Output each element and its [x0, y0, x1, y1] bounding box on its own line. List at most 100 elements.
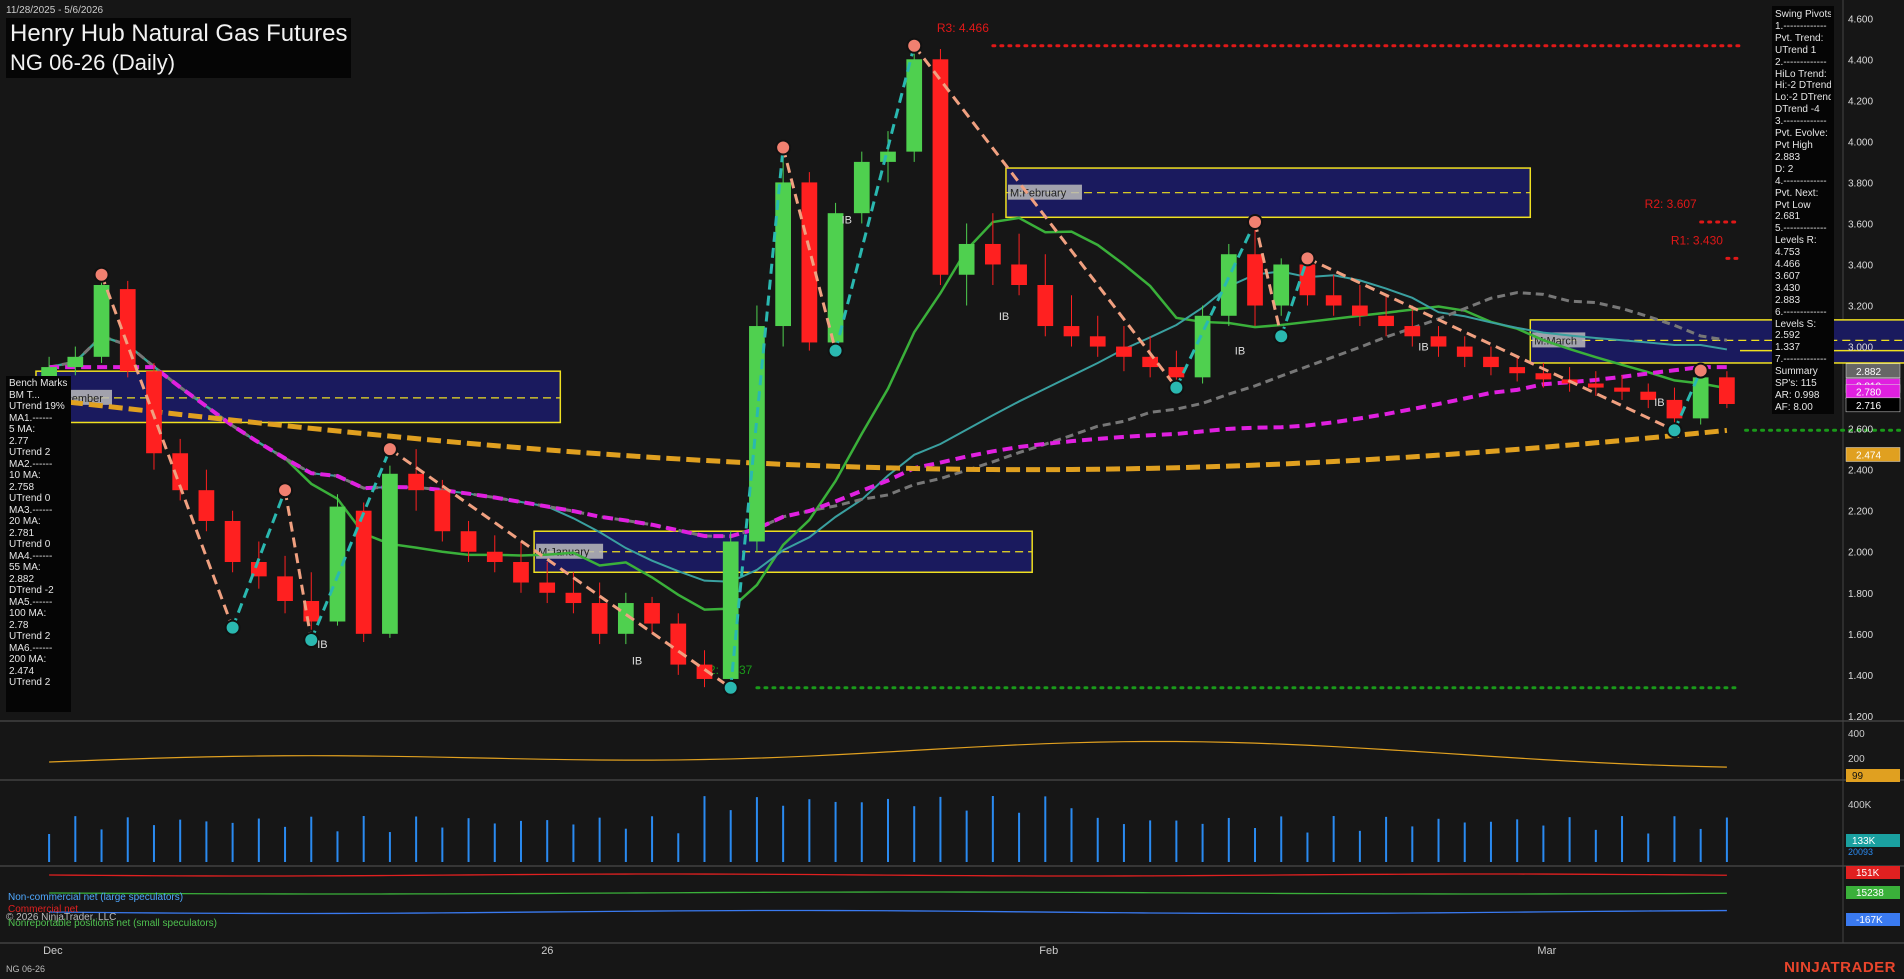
legend-nonreportable: Nonreportable positions net (small specu…: [8, 918, 217, 929]
x-tick-label: Feb: [1039, 945, 1058, 957]
osc-tick: 400: [1848, 729, 1865, 740]
candle-body: [1168, 367, 1185, 378]
swing-point: [1247, 214, 1264, 231]
bench-panel-line: 20 MA:: [9, 516, 41, 527]
bench-panel-line: 2.781: [9, 527, 35, 539]
price-tick-label: 4.000: [1848, 137, 1873, 148]
bench-panel-line: 200 MA:: [9, 654, 47, 665]
chart-title: Henry Hub Natural Gas Futures: [10, 20, 348, 47]
candle-body: [1142, 356, 1159, 368]
candle-body: [670, 623, 687, 665]
swing-panel-line: Pvt. Evolve:: [1775, 128, 1828, 140]
swing-panel-line: 2.883: [1775, 294, 1801, 306]
candle-body: [801, 182, 818, 343]
bench-panel-line: UTrend 2: [9, 447, 51, 458]
candle-body: [1509, 367, 1526, 374]
candle-body: [958, 243, 975, 275]
candle-body: [1587, 383, 1604, 388]
ib-label: IB: [1235, 346, 1245, 358]
price-tick-label: 4.400: [1848, 55, 1873, 66]
cot-badge-label: 151K: [1856, 868, 1880, 879]
candle-body: [1535, 373, 1552, 380]
level-label: R1: 3.430: [1671, 233, 1723, 247]
candle-body: [486, 551, 503, 563]
price-tick-label: 3.000: [1848, 343, 1873, 354]
bench-panel-line: MA2.------: [9, 458, 53, 470]
cot-nonreportable-line: [49, 891, 1727, 895]
candle-body: [1719, 377, 1735, 405]
candle-body: [408, 473, 424, 491]
swing-point: [827, 342, 844, 359]
swing-panel-line: DTrend -4: [1775, 104, 1820, 116]
price-tick-label: 3.200: [1848, 302, 1873, 313]
bench-panel-line: 10 MA:: [9, 470, 41, 481]
candle-body: [1352, 305, 1368, 316]
swing-panel-line: 1.337: [1775, 342, 1801, 354]
swing-panel-line: Levels S:: [1775, 318, 1817, 330]
swing-panel-line: Summary: [1775, 366, 1818, 378]
price-badge-label: 2.780: [1856, 388, 1881, 399]
candle-body: [565, 592, 582, 604]
month-label: M:February: [1010, 188, 1067, 200]
candle-body: [722, 541, 739, 679]
bench-panel-line: 2.78: [9, 619, 29, 631]
candle-body: [880, 151, 896, 162]
swing-point: [1299, 250, 1316, 267]
candle-body: [1325, 295, 1342, 306]
swing-panel-line: Pvt. Trend:: [1775, 32, 1824, 44]
candle-body: [1614, 387, 1630, 392]
swing-point: [1666, 422, 1683, 439]
swing-panel-line: 4.-------------: [1775, 175, 1827, 187]
swing-point: [1168, 379, 1185, 396]
swing-point: [1273, 328, 1290, 345]
candle-body: [513, 562, 529, 583]
candle-body: [1430, 336, 1447, 347]
candle-body: [591, 603, 608, 634]
price-tick-label: 1.800: [1848, 589, 1873, 600]
candle-body: [1299, 264, 1316, 296]
swing-point: [1692, 362, 1709, 379]
swing-panel-line: 3.607: [1775, 270, 1801, 282]
candle-body: [853, 161, 870, 214]
swing-panel-line: 4.753: [1775, 247, 1801, 259]
footer-symbol: NG 06-26: [6, 964, 46, 974]
candle-body: [224, 520, 241, 563]
bench-panel-line: MA3.------: [9, 504, 53, 516]
bench-panel-line: UTrend 2: [9, 677, 51, 688]
bench-panel-line: UTrend 19%: [9, 401, 65, 412]
swing-pivots-panel: Swing Pivots 1.------------- Pvt. Trend: UT…: [1772, 6, 1834, 414]
swing-point: [722, 679, 739, 696]
bench-panel-line: MA1.------: [9, 412, 53, 424]
candle-body: [1116, 346, 1132, 357]
price-tick-label: 3.800: [1848, 178, 1873, 189]
volume-badge-label: 20093: [1848, 847, 1873, 857]
ma-oscillator-line: [49, 740, 1727, 768]
legend-noncommercial: Non-commercial net (large speculators): [8, 892, 184, 903]
ib-label: IB: [1418, 342, 1428, 354]
price-tick-label: 2.200: [1848, 507, 1873, 518]
price-tick-label: 1.600: [1848, 630, 1873, 641]
x-tick-label: Mar: [1537, 945, 1556, 957]
swing-panel-line: Pvt. Next:: [1775, 187, 1819, 199]
chart-subtitle: NG 06-26 (Daily): [10, 50, 176, 75]
candle-body: [827, 213, 844, 343]
ninjatrader-logo: NINJATRADER: [1784, 959, 1896, 976]
bench-panel-line: 2.758: [9, 481, 35, 493]
swing-panel-line: 2.681: [1775, 211, 1801, 223]
swing-panel-line: 2.883: [1775, 151, 1801, 163]
swing-panel-line: HiLo Trend:: [1775, 68, 1827, 80]
price-chart: M:DecemberM:JanuaryM:FebruaryM:MarchM:Ap…: [0, 0, 1904, 957]
price-tick-label: 2.000: [1848, 548, 1873, 559]
swing-panel-line: 5.-------------: [1775, 223, 1827, 235]
candle-body: [906, 59, 923, 152]
bench-panel-line: UTrend 0: [9, 493, 51, 504]
candle-body: [1011, 264, 1027, 286]
volume-tick: 400K: [1848, 800, 1872, 811]
month-box: [1529, 319, 1904, 364]
swing-panel-line: Swing Pivots: [1775, 9, 1831, 20]
candle-body: [932, 59, 949, 275]
candle-body: [644, 603, 660, 624]
swing-panel-line: AR: 0.998: [1775, 390, 1820, 401]
bench-panel-line: MA5.------: [9, 596, 53, 608]
swing-point: [775, 139, 792, 156]
